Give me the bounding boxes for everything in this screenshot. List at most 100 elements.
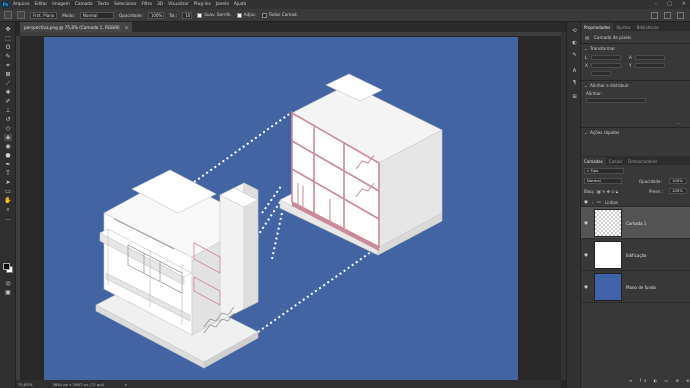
clone-stamp-tool-icon[interactable]: ⊥ bbox=[4, 107, 12, 114]
fill-source-select[interactable]: Frnt. Plano bbox=[30, 11, 58, 19]
all-layers-option[interactable]: Todas Camad. bbox=[261, 12, 298, 18]
search-icon[interactable] bbox=[651, 12, 658, 19]
menu-ajuda[interactable]: Ajuda bbox=[234, 2, 246, 7]
eyedropper-tool-icon[interactable]: ⟋ bbox=[4, 80, 12, 87]
marquee-tool-icon[interactable]: ⬚ bbox=[4, 35, 12, 42]
tab-bibliotecas[interactable]: Bibliotecas bbox=[634, 23, 662, 31]
type-tool-icon[interactable]: T bbox=[4, 170, 12, 177]
menu-3d[interactable]: 3D bbox=[157, 2, 163, 7]
home-icon[interactable] bbox=[4, 11, 12, 19]
path-select-tool-icon[interactable]: ➤ bbox=[4, 179, 12, 186]
rotation-field[interactable] bbox=[591, 71, 611, 76]
lock-icons[interactable]: ▦ ✎ ✥ ⊡ 🔒︎ bbox=[597, 189, 618, 194]
quick-mask-icon[interactable]: ◎ bbox=[4, 280, 12, 287]
dodge-tool-icon[interactable]: ● bbox=[4, 152, 12, 159]
eye-icon[interactable]: ◉ bbox=[584, 200, 588, 205]
menu-texto[interactable]: Texto bbox=[98, 2, 109, 7]
tab-demarcadores[interactable]: Demarcadores bbox=[625, 157, 660, 165]
paint-bucket-tool-icon-active[interactable]: ◈ bbox=[4, 134, 12, 141]
all-layers-checkbox[interactable] bbox=[261, 12, 267, 18]
menu-filtro[interactable]: Filtro bbox=[142, 2, 153, 7]
close-icon[interactable]: × bbox=[682, 1, 686, 7]
maximize-icon[interactable]: □ bbox=[667, 1, 672, 7]
height-label: A bbox=[629, 55, 632, 60]
menu-imagem[interactable]: Imagem bbox=[52, 2, 70, 7]
contiguous-checkbox[interactable] bbox=[236, 12, 242, 18]
crop-tool-icon[interactable]: ⌗ bbox=[4, 62, 12, 69]
align-chevron-icon[interactable]: ⌄ bbox=[584, 83, 588, 88]
layer-row[interactable]: ◉ Edificação bbox=[581, 239, 690, 271]
menu-camada[interactable]: Camada bbox=[75, 2, 93, 7]
frame-tool-icon[interactable]: ⊠ bbox=[4, 71, 12, 78]
tolerance-field[interactable]: 10 bbox=[182, 11, 193, 19]
document-canvas[interactable] bbox=[44, 37, 518, 380]
tab-ajustes[interactable]: Ajustes bbox=[613, 23, 634, 31]
brush-settings-icon[interactable]: ✎ bbox=[571, 52, 578, 58]
more-tools-icon[interactable]: … bbox=[4, 215, 12, 222]
layer-filter-select[interactable]: ⌕ Tipo bbox=[584, 168, 624, 174]
zoom-tool-icon[interactable]: ⌕ bbox=[4, 206, 12, 213]
x-field[interactable] bbox=[591, 63, 621, 68]
menu-editar[interactable]: Editar bbox=[34, 2, 47, 7]
all-layers-label: Todas Camad. bbox=[268, 12, 298, 18]
eye-icon[interactable]: ◉ bbox=[584, 253, 588, 258]
mode-select[interactable]: Normal bbox=[80, 11, 114, 19]
minimize-icon[interactable]: – bbox=[655, 1, 658, 7]
layer-row[interactable]: ◉ Camada 1 bbox=[581, 207, 690, 239]
anti-alias-checkbox[interactable] bbox=[197, 12, 203, 18]
width-field[interactable] bbox=[591, 55, 621, 60]
paint-bucket-tool-icon[interactable] bbox=[17, 11, 25, 19]
menu-plugins[interactable]: Plug-ins bbox=[194, 2, 211, 7]
fill-field[interactable]: 100% bbox=[669, 188, 687, 194]
shape-tool-icon[interactable]: ▭ bbox=[4, 188, 12, 195]
share-icon[interactable] bbox=[677, 12, 684, 19]
chevron-right-icon[interactable]: › bbox=[592, 200, 594, 205]
more-options-icon[interactable]: ⋯ bbox=[676, 121, 680, 126]
close-tab-icon[interactable]: × bbox=[125, 25, 129, 30]
layer-actions-bar[interactable]: ∞ fx ◐ ▭ ⊞ ⊕ 🗑︎ bbox=[629, 378, 690, 383]
history-brush-tool-icon[interactable]: ↺ bbox=[4, 116, 12, 123]
menu-visualizar[interactable]: Visualizar bbox=[168, 2, 189, 7]
tab-camadas[interactable]: Camadas bbox=[581, 157, 606, 165]
eraser-tool-icon[interactable]: ◇ bbox=[4, 125, 12, 132]
brush-tool-icon[interactable]: ✐ bbox=[4, 98, 12, 105]
history-icon[interactable]: ⟲ bbox=[571, 28, 578, 34]
menu-arquivo[interactable]: Arquivo bbox=[13, 2, 29, 7]
foreground-color-swatch[interactable] bbox=[3, 263, 10, 270]
tab-propriedades[interactable]: Propriedades bbox=[581, 23, 614, 31]
workspace-icon[interactable] bbox=[664, 12, 671, 19]
anti-alias-option[interactable]: Suav. Serrilh. bbox=[197, 12, 232, 18]
transform-chevron-icon[interactable]: ⌄ bbox=[584, 46, 588, 51]
pen-tool-icon[interactable]: ✒ bbox=[4, 161, 12, 168]
zoom-readout[interactable]: 75,85% bbox=[18, 382, 32, 387]
move-tool-icon[interactable]: ✥ bbox=[4, 26, 12, 33]
contiguous-option[interactable]: Adjac. bbox=[236, 12, 257, 18]
layer-opacity-field[interactable]: 100% bbox=[669, 178, 687, 184]
status-menu-arrow[interactable]: > bbox=[124, 382, 127, 387]
blur-tool-icon[interactable]: ◉ bbox=[4, 143, 12, 150]
eye-icon[interactable]: ◉ bbox=[584, 221, 588, 226]
layer-group-row[interactable]: ◉ › ▭ Linhas bbox=[581, 197, 690, 207]
tab-canais[interactable]: Canais bbox=[606, 157, 625, 165]
quick-actions-chevron-icon[interactable]: ⌄ bbox=[584, 130, 588, 135]
layer-row[interactable]: ◉ Plano de fundo bbox=[581, 271, 690, 303]
align-buttons[interactable] bbox=[586, 98, 646, 103]
eye-icon[interactable]: ◉ bbox=[584, 285, 588, 290]
screen-mode-icon[interactable]: ▣ bbox=[4, 289, 12, 296]
height-field[interactable] bbox=[635, 55, 665, 60]
opacity-field[interactable]: 100% bbox=[147, 11, 164, 19]
paragraph-icon[interactable]: ¶ bbox=[571, 80, 578, 86]
adjustments-icon[interactable]: ◐ bbox=[571, 40, 578, 46]
type-panel-icon[interactable]: A bbox=[571, 68, 578, 74]
lasso-tool-icon[interactable]: ʘ bbox=[4, 44, 12, 51]
healing-brush-tool-icon[interactable]: ✚ bbox=[4, 89, 12, 96]
align-title: Alinhar e distribuir bbox=[590, 83, 629, 88]
document-tab[interactable]: perspectiva.png @ 75,8% (Camada 1, RGB/8… bbox=[20, 22, 133, 32]
quick-select-tool-icon[interactable]: ✎ bbox=[4, 53, 12, 60]
hand-tool-icon[interactable]: ✋ bbox=[4, 197, 12, 204]
blend-mode-select[interactable]: Normal bbox=[584, 178, 622, 184]
menu-janela[interactable]: Janela bbox=[216, 2, 229, 7]
y-field[interactable] bbox=[635, 63, 665, 68]
menu-selecionar[interactable]: Selecionar bbox=[114, 2, 137, 7]
libraries-icon[interactable]: ⊞ bbox=[571, 94, 578, 100]
